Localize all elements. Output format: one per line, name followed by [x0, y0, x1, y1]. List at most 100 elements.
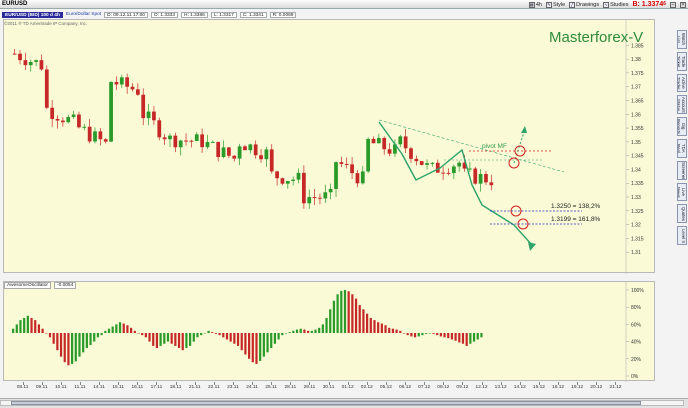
osc-bar [56, 333, 59, 351]
drawings-button[interactable]: ╱ Drawings [569, 1, 599, 8]
side-tab-1[interactable]: Trade Ticket [677, 51, 687, 71]
candle-body [18, 53, 22, 61]
osc-bar [200, 333, 203, 336]
candle-body [355, 173, 360, 184]
oscillator-panel[interactable]: 100% 80% 60% 40% 20% 0% [3, 281, 655, 382]
studies-button[interactable]: ∿ Studies [603, 1, 628, 8]
osc-bar [152, 333, 155, 346]
x-tick-label: 01.12 [341, 385, 354, 390]
candle-body [253, 144, 258, 156]
x-tick-label: 18.11 [169, 385, 182, 390]
osc-bar [454, 333, 457, 341]
y-tick-label: 1.355 [631, 126, 644, 132]
close-icon[interactable]: × [680, 1, 686, 8]
side-tab-7[interactable]: Live News [677, 182, 687, 202]
osc-bar [34, 320, 37, 333]
candle-body [162, 137, 167, 140]
x-tick-label: 19.12 [571, 385, 584, 390]
x-tick-label: 21.11 [188, 385, 201, 390]
side-tab-5[interactable]: TDA Real Time [677, 138, 687, 158]
x-tick-label: 09.12 [456, 385, 469, 390]
x-tick-label: 15.12 [532, 385, 545, 390]
osc-bar [469, 333, 472, 344]
candle-body [489, 182, 494, 186]
studies-icon: ∿ [603, 1, 610, 8]
price-chart-panel[interactable]: 1.385 1.38 1.375 1.37 1.365 1.36 1.355 1.35 1.34… [3, 19, 655, 274]
brand-label: Masterforex-V [549, 29, 643, 46]
osc-bar [236, 333, 240, 346]
side-tab-6[interactable]: Screener [677, 160, 687, 180]
x-tick-label: 11.11 [74, 385, 86, 390]
candle-body [232, 155, 237, 159]
osc-bar [343, 290, 347, 333]
y-tick-label: 1.365 [631, 98, 644, 104]
osc-bar [266, 333, 269, 353]
candle-body [205, 141, 210, 148]
candle-body [216, 141, 221, 158]
side-tab-4[interactable]: Dig Reports [677, 117, 687, 136]
candle-body [451, 166, 456, 174]
x-tick-label: 16.11 [131, 385, 144, 390]
candle-body [146, 111, 151, 119]
oscillator-svg: 100% 80% 60% 40% 20% 0% [12, 282, 644, 382]
time-axis: 08.11 09.11 10.11 11.11 14.11 15.11 16.11 17.11… [3, 382, 655, 396]
candle-body [259, 155, 263, 160]
candle-body [184, 140, 188, 142]
timeframe-button[interactable]: ▦ 4h [528, 1, 542, 8]
candle-body [103, 139, 108, 142]
down-arrow-icon [528, 242, 536, 251]
candle-body [344, 163, 349, 165]
osc-bar [48, 333, 52, 338]
osc-bar [148, 333, 151, 342]
x-tick-label: 08.12 [437, 385, 450, 390]
candle-body [77, 114, 81, 128]
osc-bar [133, 330, 136, 333]
candle-body [457, 162, 462, 167]
osc-bar [26, 315, 29, 333]
osc-bar [472, 333, 476, 342]
horizontal-scrollbar[interactable] [0, 400, 684, 406]
osc-bar [270, 333, 273, 349]
quote-info-bar: EUR/USD (BID) 100 d 4h Euro/Dollar Spot … [2, 11, 297, 18]
osc-bar [480, 333, 483, 338]
osc-bar [71, 333, 74, 364]
side-tab-2[interactable]: Active Trader [677, 73, 687, 93]
side-tab-0[interactable]: Watch List [677, 30, 687, 49]
osc-bar [177, 333, 181, 349]
date-field: D: 09.12.11 17:00 [104, 11, 148, 18]
symbol-field[interactable]: EUR/USD (BID) 100 d 4h [2, 11, 63, 18]
osc-bar [388, 327, 391, 333]
x-tick-label: 08.11 [16, 385, 29, 390]
osc-bar [410, 333, 413, 337]
side-tab-3[interactable]: Account Status [677, 95, 687, 115]
side-tab-9[interactable]: Level II [677, 226, 687, 245]
x-tick-label: 28.11 [284, 385, 297, 390]
x-tick-label: 25.11 [265, 385, 278, 390]
scrollbar-thumb[interactable] [11, 401, 641, 405]
candle-body [419, 161, 424, 165]
style-button[interactable]: ✎ Style [545, 1, 565, 8]
candle-body [323, 192, 328, 199]
x-tick-label: 17.11 [150, 385, 163, 390]
osc-y-tick-label: 60% [631, 322, 642, 328]
candle-body [446, 172, 451, 174]
candle-body [152, 111, 156, 121]
osc-bar [384, 325, 387, 333]
candle-body [334, 162, 338, 189]
y-tick-label: 1.315 [631, 236, 644, 242]
candle-body [275, 171, 279, 179]
osc-bar [115, 324, 118, 333]
osc-bar [281, 333, 284, 336]
oscillator-name[interactable]: AwesomeOscillator [4, 282, 51, 289]
osc-bar [67, 333, 70, 366]
osc-bar [406, 333, 409, 336]
candle-body [119, 77, 124, 85]
candle-body [387, 149, 392, 154]
pivot-label: pivot MF [482, 143, 507, 150]
minimize-icon[interactable]: – [670, 1, 676, 8]
osc-bar [395, 329, 398, 333]
side-tab-8[interactable]: Quotes [677, 204, 687, 224]
x-tick-label: 05.12 [379, 385, 392, 390]
osc-bar [218, 333, 221, 336]
osc-bar [358, 305, 361, 333]
